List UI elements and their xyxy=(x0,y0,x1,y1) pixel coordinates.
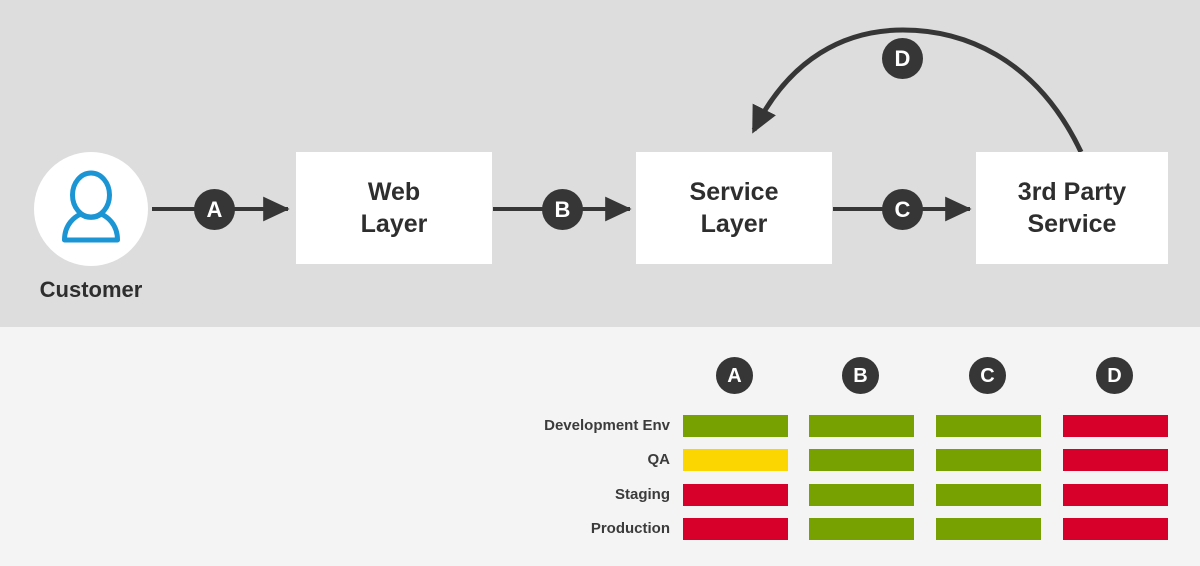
matrix-row-label: Staging xyxy=(615,486,670,503)
matrix-cell-staging-b[interactable] xyxy=(809,484,914,506)
matrix-cell-qa-a[interactable] xyxy=(683,449,788,471)
connector-badge-d[interactable]: D xyxy=(882,38,923,79)
matrix-cell-production-c[interactable] xyxy=(936,518,1041,540)
node-web-layer-line2: Layer xyxy=(360,210,428,238)
matrix-row-label: Production xyxy=(590,520,670,537)
environment-status-matrix: A B C D Development Env QA Staging Produ… xyxy=(0,327,1200,566)
matrix-cell-staging-c[interactable] xyxy=(936,484,1041,506)
node-web-layer[interactable]: Web Layer xyxy=(296,152,492,264)
matrix-row-label: Development Env xyxy=(544,417,670,434)
matrix-row-label: QA xyxy=(647,451,671,468)
matrix-cell-qa-c[interactable] xyxy=(936,449,1041,471)
matrix-cell-staging-a[interactable] xyxy=(683,484,788,506)
matrix-cell-qa-d[interactable] xyxy=(1063,449,1168,471)
node-third-party-line2: Service xyxy=(1027,210,1117,238)
node-third-party-service[interactable]: 3rd Party Service xyxy=(976,152,1168,264)
matrix-column-badge-a[interactable]: A xyxy=(716,357,753,394)
matrix-cell-production-a[interactable] xyxy=(683,518,788,540)
connector-badge-a[interactable]: A xyxy=(194,189,235,230)
node-service-layer[interactable]: Service Layer xyxy=(636,152,832,264)
node-service-layer-line1: Service xyxy=(689,177,779,206)
diagram-canvas: Customer Web Layer Service Layer 3rd Par… xyxy=(0,0,1200,566)
connector-badge-c[interactable]: C xyxy=(882,189,923,230)
matrix-cell-development-env-a[interactable] xyxy=(683,415,788,437)
customer-label: Customer xyxy=(39,277,143,302)
user-icon xyxy=(62,170,120,243)
matrix-cell-qa-b[interactable] xyxy=(809,449,914,471)
matrix-column-badge-c[interactable]: C xyxy=(969,357,1006,394)
matrix-column-badge-b[interactable]: B xyxy=(842,357,879,394)
matrix-cell-development-env-c[interactable] xyxy=(936,415,1041,437)
matrix-cell-production-b[interactable] xyxy=(809,518,914,540)
matrix-cell-production-d[interactable] xyxy=(1063,518,1168,540)
node-service-layer-line2: Layer xyxy=(700,210,768,238)
node-third-party-line1: 3rd Party xyxy=(1017,177,1127,206)
matrix-cell-development-env-d[interactable] xyxy=(1063,415,1168,437)
matrix-cell-staging-d[interactable] xyxy=(1063,484,1168,506)
matrix-column-badge-d[interactable]: D xyxy=(1096,357,1133,394)
matrix-cell-development-env-b[interactable] xyxy=(809,415,914,437)
connector-badge-b[interactable]: B xyxy=(542,189,583,230)
node-web-layer-line1: Web xyxy=(367,177,421,206)
